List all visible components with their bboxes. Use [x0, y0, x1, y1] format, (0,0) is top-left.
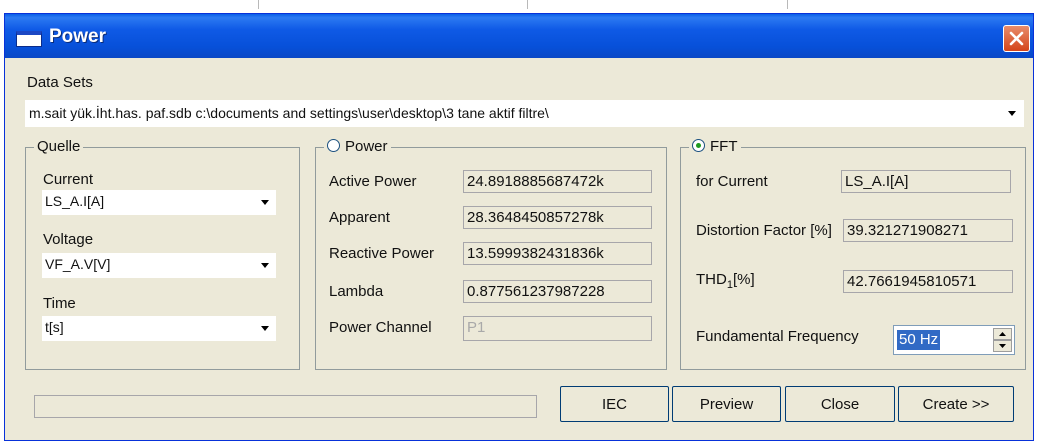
power-channel-field[interactable]: P1 — [463, 316, 652, 341]
voltage-select[interactable]: VF_A.V[V] — [42, 253, 276, 278]
reactive-power-field: 13.5999382431836k — [463, 242, 652, 265]
datasets-dropdown-button[interactable] — [1001, 101, 1023, 126]
power-radio-indicator — [327, 139, 340, 152]
power-channel-label: Power Channel — [329, 319, 432, 336]
iec-button[interactable]: IEC — [560, 386, 669, 422]
current-dropdown-button[interactable] — [254, 190, 276, 215]
thd-label-text: THD — [696, 271, 727, 288]
thd-label: THD1[%] — [696, 271, 755, 291]
chevron-down-icon — [261, 200, 269, 205]
voltage-label: Voltage — [43, 231, 94, 248]
spin-up-icon — [999, 332, 1006, 336]
datasets-select[interactable]: m.sait yük.İht.has. paf.sdb c:\documents… — [25, 100, 1024, 127]
time-label: Time — [43, 295, 76, 312]
reactive-power-label: Reactive Power — [329, 245, 435, 262]
thd-value: 42.7661945810571 — [847, 273, 977, 290]
fundamental-frequency-label: Fundamental Frequency — [696, 328, 859, 345]
fundamental-frequency-spinner[interactable]: 50 Hz — [893, 325, 1015, 355]
time-select[interactable]: t[s] — [42, 316, 276, 341]
time-dropdown-button[interactable] — [254, 316, 276, 341]
active-power-field: 24.8918885687472k — [463, 170, 652, 193]
lambda-label: Lambda — [329, 283, 384, 300]
lambda-value: 0.877561237987228 — [467, 283, 605, 300]
chevron-down-icon — [1008, 111, 1016, 116]
background-strip — [0, 0, 1038, 12]
window-title: Power — [49, 26, 107, 47]
for-current-value: LS_A.I[A] — [845, 173, 909, 190]
voltage-dropdown-button[interactable] — [254, 253, 276, 278]
apparent-label: Apparent — [329, 209, 390, 226]
power-dialog: Power Data Sets m.sait yük.İht.has. paf.… — [4, 13, 1034, 441]
fundamental-frequency-value[interactable]: 50 Hz — [897, 330, 941, 350]
distortion-factor-value: 39.321271908271 — [847, 222, 968, 239]
lambda-field: 0.877561237987228 — [463, 280, 652, 303]
fft-legend: FFT — [710, 138, 738, 155]
progress-bar — [34, 395, 537, 418]
for-current-label: for Current — [696, 173, 768, 190]
for-current-field: LS_A.I[A] — [841, 170, 1011, 193]
spin-up-button[interactable] — [993, 328, 1012, 340]
apparent-field: 28.3648450857278k — [463, 206, 652, 229]
create-button[interactable]: Create >> — [898, 386, 1014, 422]
thd-field: 42.7661945810571 — [843, 270, 1013, 293]
fft-radio[interactable]: FFT — [689, 138, 741, 155]
time-value: t[s] — [45, 319, 64, 335]
datasets-label: Data Sets — [27, 74, 93, 91]
thd-label-suffix: [%] — [732, 271, 755, 288]
power-channel-value: P1 — [467, 319, 486, 336]
window-icon — [16, 31, 42, 47]
spin-down-button[interactable] — [993, 340, 1012, 352]
preview-button[interactable]: Preview — [672, 386, 781, 422]
datasets-value: m.sait yük.İht.has. paf.sdb c:\documents… — [29, 105, 549, 121]
distortion-factor-field: 39.321271908271 — [843, 219, 1013, 242]
chevron-down-icon — [261, 263, 269, 268]
current-label: Current — [43, 171, 94, 188]
apparent-value: 28.3648450857278k — [467, 209, 604, 226]
close-icon — [1009, 31, 1024, 46]
chevron-down-icon — [261, 326, 269, 331]
active-power-value: 24.8918885687472k — [467, 173, 604, 190]
current-value: LS_A.I[A] — [45, 193, 105, 209]
current-select[interactable]: LS_A.I[A] — [42, 190, 276, 215]
quelle-legend: Quelle — [34, 138, 84, 155]
spinner-buttons — [993, 328, 1012, 352]
close-button[interactable]: Close — [785, 386, 895, 422]
title-bar[interactable]: Power — [5, 14, 1033, 58]
active-power-label: Active Power — [329, 173, 417, 190]
power-radio[interactable]: Power — [324, 138, 391, 155]
power-legend: Power — [345, 138, 388, 155]
close-window-button[interactable] — [1003, 25, 1030, 52]
voltage-value: VF_A.V[V] — [45, 256, 111, 272]
fft-radio-indicator — [692, 139, 705, 152]
reactive-power-value: 13.5999382431836k — [467, 245, 604, 262]
spin-down-icon — [999, 344, 1006, 348]
distortion-factor-label: Distortion Factor [%] — [696, 222, 832, 239]
